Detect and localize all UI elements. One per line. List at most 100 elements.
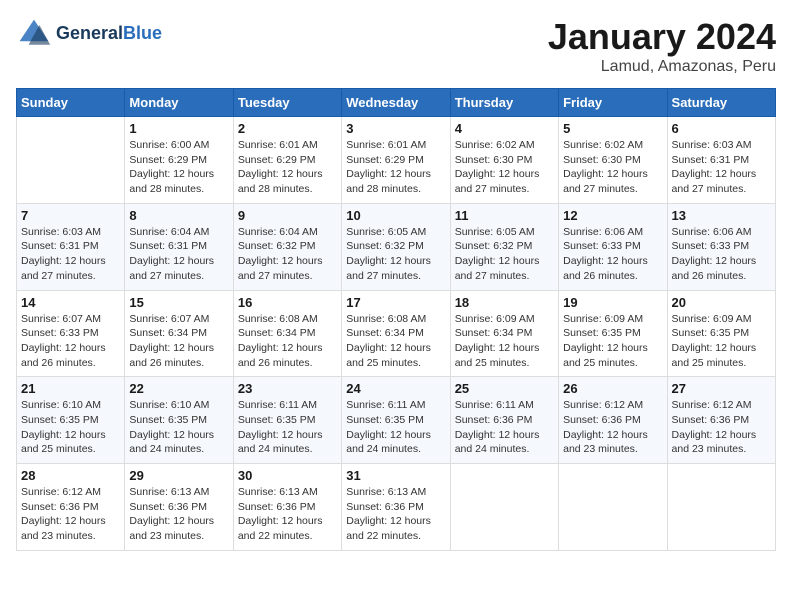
day-info: Sunrise: 6:05 AM Sunset: 6:32 PM Dayligh… — [455, 225, 554, 284]
header-thursday: Thursday — [450, 89, 558, 117]
day-info: Sunrise: 6:12 AM Sunset: 6:36 PM Dayligh… — [672, 398, 771, 457]
day-info: Sunrise: 6:12 AM Sunset: 6:36 PM Dayligh… — [21, 485, 120, 544]
calendar-week-2: 7 Sunrise: 6:03 AM Sunset: 6:31 PM Daylig… — [17, 203, 776, 290]
calendar-cell: 22 Sunrise: 6:10 AM Sunset: 6:35 PM Dayli… — [125, 377, 233, 464]
day-info: Sunrise: 6:13 AM Sunset: 6:36 PM Dayligh… — [346, 485, 445, 544]
calendar-cell: 6 Sunrise: 6:03 AM Sunset: 6:31 PM Daylig… — [667, 117, 775, 204]
day-number: 12 — [563, 208, 662, 223]
day-number: 15 — [129, 295, 228, 310]
day-number: 2 — [238, 121, 337, 136]
header-sunday: Sunday — [17, 89, 125, 117]
calendar-cell: 12 Sunrise: 6:06 AM Sunset: 6:33 PM Dayli… — [559, 203, 667, 290]
calendar-cell: 23Sunrise: 6:11 AM Sunset: 6:35 PM Dayli… — [233, 377, 341, 464]
day-info: Sunrise: 6:09 AM Sunset: 6:35 PM Dayligh… — [563, 312, 662, 371]
day-number: 27 — [672, 381, 771, 396]
calendar-cell: 28 Sunrise: 6:12 AM Sunset: 6:36 PM Dayli… — [17, 464, 125, 551]
calendar-cell: 29 Sunrise: 6:13 AM Sunset: 6:36 PM Dayli… — [125, 464, 233, 551]
day-info: Sunrise: 6:03 AM Sunset: 6:31 PM Dayligh… — [672, 138, 771, 197]
day-info: Sunrise: 6:07 AM Sunset: 6:33 PM Dayligh… — [21, 312, 120, 371]
day-number: 10 — [346, 208, 445, 223]
calendar-week-5: 28 Sunrise: 6:12 AM Sunset: 6:36 PM Dayli… — [17, 464, 776, 551]
day-number: 30 — [238, 468, 337, 483]
day-info: Sunrise: 6:03 AM Sunset: 6:31 PM Dayligh… — [21, 225, 120, 284]
calendar-cell: 4 Sunrise: 6:02 AM Sunset: 6:30 PM Daylig… — [450, 117, 558, 204]
day-info: Sunrise: 6:08 AM Sunset: 6:34 PM Dayligh… — [346, 312, 445, 371]
header-friday: Friday — [559, 89, 667, 117]
calendar-cell — [667, 464, 775, 551]
day-info: Sunrise: 6:01 AM Sunset: 6:29 PM Dayligh… — [238, 138, 337, 197]
day-info: Sunrise: 6:02 AM Sunset: 6:30 PM Dayligh… — [563, 138, 662, 197]
day-number: 29 — [129, 468, 228, 483]
calendar-cell: 26 Sunrise: 6:12 AM Sunset: 6:36 PM Dayli… — [559, 377, 667, 464]
day-info: Sunrise: 6:06 AM Sunset: 6:33 PM Dayligh… — [563, 225, 662, 284]
day-number: 3 — [346, 121, 445, 136]
calendar-cell: 19Sunrise: 6:09 AM Sunset: 6:35 PM Dayli… — [559, 290, 667, 377]
day-number: 13 — [672, 208, 771, 223]
calendar-cell: 16 Sunrise: 6:08 AM Sunset: 6:34 PM Dayli… — [233, 290, 341, 377]
calendar-cell: 27 Sunrise: 6:12 AM Sunset: 6:36 PM Dayli… — [667, 377, 775, 464]
calendar-cell: 3 Sunrise: 6:01 AM Sunset: 6:29 PM Daylig… — [342, 117, 450, 204]
day-number: 24 — [346, 381, 445, 396]
day-number: 1 — [129, 121, 228, 136]
calendar-cell: 25Sunrise: 6:11 AM Sunset: 6:36 PM Dayli… — [450, 377, 558, 464]
day-info: Sunrise: 6:13 AM Sunset: 6:36 PM Dayligh… — [238, 485, 337, 544]
day-info: Sunrise: 6:05 AM Sunset: 6:32 PM Dayligh… — [346, 225, 445, 284]
calendar-cell — [559, 464, 667, 551]
calendar-cell — [17, 117, 125, 204]
day-number: 26 — [563, 381, 662, 396]
day-number: 16 — [238, 295, 337, 310]
day-info: Sunrise: 6:09 AM Sunset: 6:35 PM Dayligh… — [672, 312, 771, 371]
calendar-cell: 24 Sunrise: 6:11 AM Sunset: 6:35 PM Dayli… — [342, 377, 450, 464]
calendar-cell: 15 Sunrise: 6:07 AM Sunset: 6:34 PM Dayli… — [125, 290, 233, 377]
header-saturday: Saturday — [667, 89, 775, 117]
day-number: 20 — [672, 295, 771, 310]
day-number: 17 — [346, 295, 445, 310]
day-number: 31 — [346, 468, 445, 483]
calendar-week-3: 14Sunrise: 6:07 AM Sunset: 6:33 PM Dayli… — [17, 290, 776, 377]
day-info: Sunrise: 6:00 AM Sunset: 6:29 PM Dayligh… — [129, 138, 228, 197]
day-number: 8 — [129, 208, 228, 223]
day-info: Sunrise: 6:12 AM Sunset: 6:36 PM Dayligh… — [563, 398, 662, 457]
day-info: Sunrise: 6:13 AM Sunset: 6:36 PM Dayligh… — [129, 485, 228, 544]
day-info: Sunrise: 6:07 AM Sunset: 6:34 PM Dayligh… — [129, 312, 228, 371]
day-number: 22 — [129, 381, 228, 396]
calendar-cell: 1 Sunrise: 6:00 AM Sunset: 6:29 PM Daylig… — [125, 117, 233, 204]
calendar-cell — [450, 464, 558, 551]
day-info: Sunrise: 6:09 AM Sunset: 6:34 PM Dayligh… — [455, 312, 554, 371]
calendar-cell: 8Sunrise: 6:04 AM Sunset: 6:31 PM Daylig… — [125, 203, 233, 290]
calendar-title: January 2024 — [548, 16, 776, 58]
day-info: Sunrise: 6:11 AM Sunset: 6:35 PM Dayligh… — [238, 398, 337, 457]
day-info: Sunrise: 6:02 AM Sunset: 6:30 PM Dayligh… — [455, 138, 554, 197]
day-number: 21 — [21, 381, 120, 396]
logo-icon — [16, 16, 52, 52]
header-wednesday: Wednesday — [342, 89, 450, 117]
day-info: Sunrise: 6:11 AM Sunset: 6:36 PM Dayligh… — [455, 398, 554, 457]
day-number: 4 — [455, 121, 554, 136]
calendar-cell: 14Sunrise: 6:07 AM Sunset: 6:33 PM Dayli… — [17, 290, 125, 377]
day-info: Sunrise: 6:01 AM Sunset: 6:29 PM Dayligh… — [346, 138, 445, 197]
calendar-subtitle: Lamud, Amazonas, Peru — [548, 58, 776, 76]
calendar-table: SundayMondayTuesdayWednesdayThursdayFrid… — [16, 88, 776, 551]
day-number: 6 — [672, 121, 771, 136]
calendar-header-row: SundayMondayTuesdayWednesdayThursdayFrid… — [17, 89, 776, 117]
day-info: Sunrise: 6:10 AM Sunset: 6:35 PM Dayligh… — [129, 398, 228, 457]
day-number: 7 — [21, 208, 120, 223]
logo-text-general: GeneralBlue — [56, 24, 162, 44]
calendar-cell: 17 Sunrise: 6:08 AM Sunset: 6:34 PM Dayli… — [342, 290, 450, 377]
calendar-cell: 11 Sunrise: 6:05 AM Sunset: 6:32 PM Dayli… — [450, 203, 558, 290]
day-info: Sunrise: 6:08 AM Sunset: 6:34 PM Dayligh… — [238, 312, 337, 371]
title-area: January 2024 Lamud, Amazonas, Peru — [548, 16, 776, 76]
day-info: Sunrise: 6:11 AM Sunset: 6:35 PM Dayligh… — [346, 398, 445, 457]
logo: GeneralBlue — [16, 16, 162, 52]
calendar-cell: 18 Sunrise: 6:09 AM Sunset: 6:34 PM Dayli… — [450, 290, 558, 377]
page-header: GeneralBlue January 2024 Lamud, Amazonas… — [16, 16, 776, 76]
day-number: 11 — [455, 208, 554, 223]
day-info: Sunrise: 6:04 AM Sunset: 6:32 PM Dayligh… — [238, 225, 337, 284]
day-number: 18 — [455, 295, 554, 310]
calendar-cell: 9Sunrise: 6:04 AM Sunset: 6:32 PM Daylig… — [233, 203, 341, 290]
day-number: 28 — [21, 468, 120, 483]
calendar-cell: 10 Sunrise: 6:05 AM Sunset: 6:32 PM Dayli… — [342, 203, 450, 290]
calendar-cell: 20 Sunrise: 6:09 AM Sunset: 6:35 PM Dayli… — [667, 290, 775, 377]
day-number: 5 — [563, 121, 662, 136]
calendar-cell: 30 Sunrise: 6:13 AM Sunset: 6:36 PM Dayli… — [233, 464, 341, 551]
